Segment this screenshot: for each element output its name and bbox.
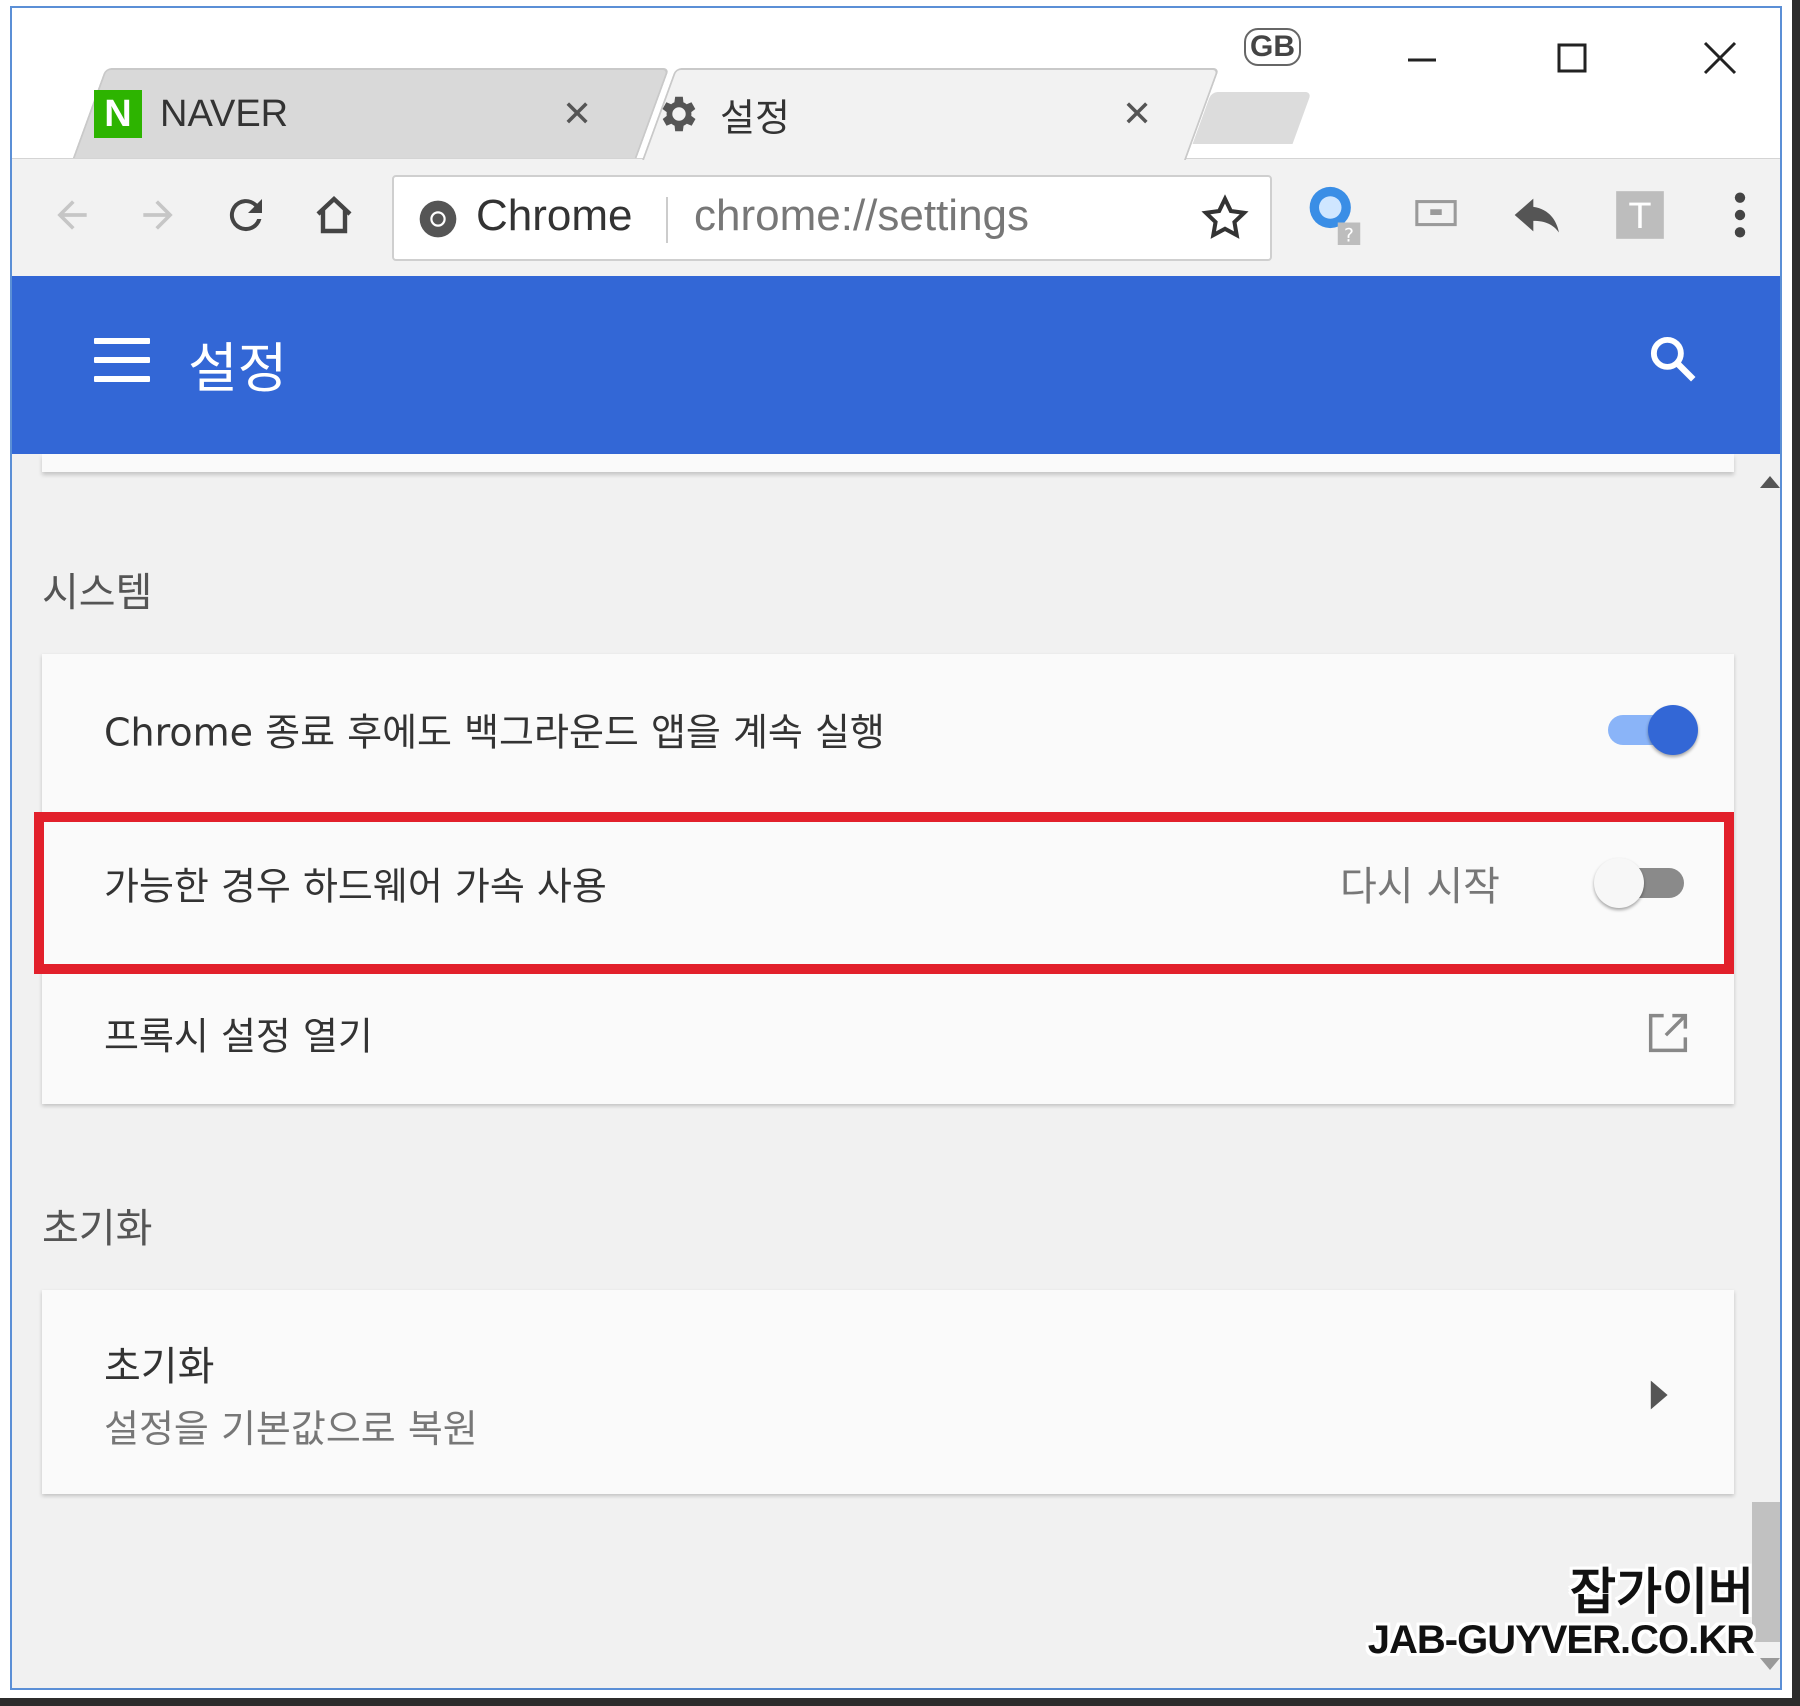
background-apps-toggle[interactable]	[1602, 701, 1698, 757]
search-icon[interactable]	[1646, 332, 1700, 386]
window-close-button[interactable]	[1680, 28, 1760, 88]
tab-naver-close-icon[interactable]: ✕	[562, 94, 592, 135]
home-button[interactable]	[304, 185, 364, 245]
background-apps-label: Chrome 종료 후에도 백그라운드 앱을 계속 실행	[104, 710, 885, 755]
section-title-system: 시스템	[42, 570, 153, 616]
svg-text:T: T	[1628, 197, 1651, 237]
row-hardware-acceleration[interactable]: 가능한 경우 하드웨어 가속 사용 다시 시작	[42, 804, 1734, 962]
chrome-menu-button[interactable]	[1710, 185, 1770, 245]
chevron-right-icon[interactable]	[1646, 1378, 1670, 1412]
address-bar[interactable]: Chrome chrome://settings	[392, 175, 1272, 261]
tab-settings[interactable]: 설정 ✕	[612, 68, 1220, 160]
scrollbar-up-arrow[interactable]	[1760, 476, 1780, 488]
external-link-icon[interactable]	[1642, 1007, 1694, 1059]
browser-toolbar: Chrome chrome://settings ? T	[12, 158, 1780, 277]
watermark-url: JAB-GUYVER.CO.KR	[1367, 1618, 1755, 1662]
tab-strip: N NAVER ✕ 설정 ✕ GB	[12, 8, 1780, 160]
scrollbar-thumb[interactable]	[1752, 1502, 1780, 1642]
restart-button[interactable]: 다시 시작	[1340, 854, 1500, 912]
row-proxy-settings[interactable]: 프록시 설정 열기	[42, 962, 1734, 1104]
tab-settings-title: 설정	[720, 97, 790, 140]
extension-screen-button[interactable]	[1406, 185, 1466, 245]
new-tab-shape	[1192, 92, 1312, 144]
back-arrow-icon	[57, 200, 87, 230]
browser-window: N NAVER ✕ 설정 ✕ GB Chrome chrome://settin…	[10, 6, 1782, 1690]
extension-globe-icon: ?	[1309, 186, 1361, 246]
row-background-apps[interactable]: Chrome 종료 후에도 백그라운드 앱을 계속 실행	[42, 654, 1734, 804]
reset-item-title: 초기화	[104, 1344, 215, 1390]
extension-globe-button[interactable]: ?	[1304, 185, 1364, 246]
window-minimize-button[interactable]	[1382, 28, 1462, 88]
gear-icon	[662, 96, 696, 132]
bookmark-star-icon[interactable]	[1198, 191, 1252, 245]
window-maximize-button[interactable]	[1532, 28, 1612, 88]
omnibox-divider	[666, 197, 668, 243]
section-title-reset: 초기화	[42, 1206, 153, 1252]
keyboard-layout-badge: GB	[1244, 28, 1301, 66]
back-button[interactable]	[42, 185, 102, 245]
settings-content: 시스템 Chrome 종료 후에도 백그라운드 앱을 계속 실행 가능한 경우 …	[12, 454, 1780, 1688]
reset-item-subtitle: 설정을 기본값으로 복원	[104, 1407, 478, 1451]
menu-kebab-icon	[1734, 192, 1746, 238]
extension-t-icon: T	[1616, 191, 1664, 239]
settings-title: 설정	[188, 337, 288, 400]
extension-screen-icon	[1415, 200, 1457, 227]
reply-button[interactable]	[1508, 185, 1568, 245]
previous-card-edge	[42, 454, 1734, 472]
extension-t-button[interactable]: T	[1610, 185, 1670, 245]
origin-chip: Chrome	[476, 191, 633, 240]
scrollbar-down-arrow[interactable]	[1760, 1658, 1780, 1670]
url-text[interactable]: chrome://settings	[694, 191, 1029, 241]
maximize-icon	[1557, 43, 1587, 73]
forward-arrow-icon	[143, 200, 173, 230]
tab-naver[interactable]: N NAVER ✕	[42, 68, 670, 160]
hardware-acceleration-label: 가능한 경우 하드웨어 가속 사용	[104, 864, 607, 909]
close-icon	[1703, 41, 1737, 75]
new-tab-button[interactable]	[1192, 92, 1312, 144]
chrome-logo-icon	[419, 200, 457, 238]
reload-icon	[229, 199, 262, 232]
settings-header: 설정	[12, 276, 1780, 454]
minimize-icon	[1408, 58, 1436, 62]
naver-favicon-icon: N	[94, 90, 142, 138]
reply-icon	[1514, 198, 1559, 233]
reset-card[interactable]: 초기화 설정을 기본값으로 복원	[42, 1290, 1734, 1494]
reload-button[interactable]	[216, 185, 276, 245]
forward-button[interactable]	[128, 185, 188, 245]
tab-settings-close-icon[interactable]: ✕	[1122, 94, 1152, 135]
hardware-acceleration-toggle[interactable]	[1594, 854, 1690, 910]
tab-naver-title: NAVER	[160, 92, 289, 135]
home-icon	[316, 195, 352, 234]
svg-text:?: ?	[1344, 225, 1354, 246]
hamburger-menu-icon[interactable]	[94, 338, 150, 386]
watermark-korean: 잡가이버	[1570, 1563, 1754, 1621]
proxy-settings-label: 프록시 설정 열기	[104, 1014, 373, 1059]
system-card: Chrome 종료 후에도 백그라운드 앱을 계속 실행 가능한 경우 하드웨어…	[42, 654, 1734, 1104]
